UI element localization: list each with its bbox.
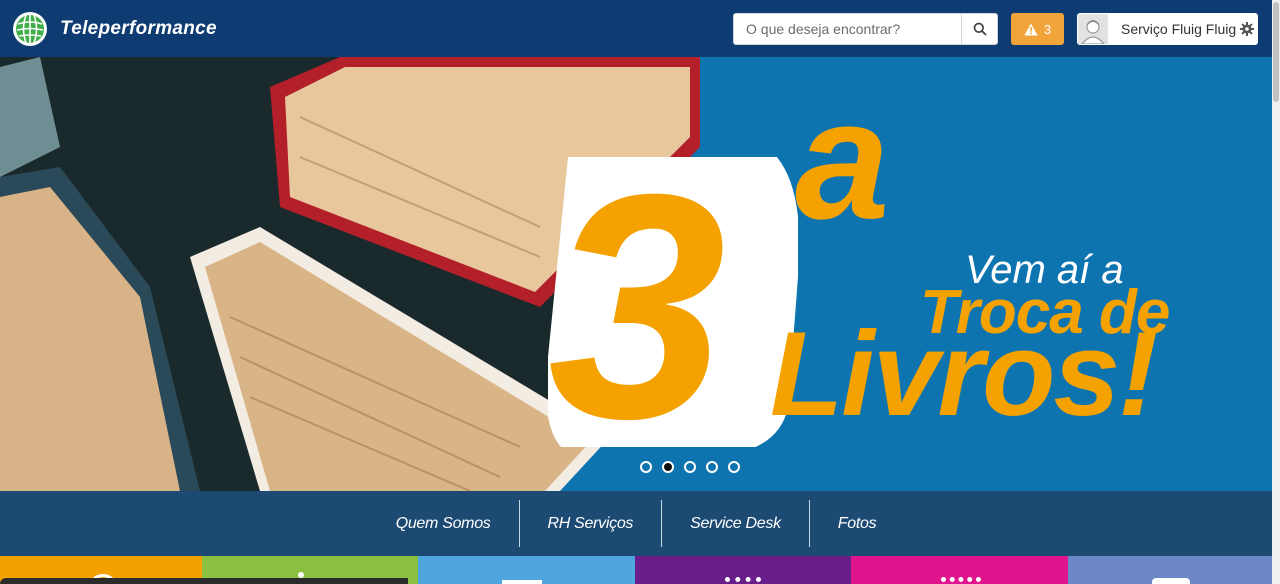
carousel-indicators [640,461,740,473]
nav-quem-somos[interactable]: Quem Somos [368,500,519,547]
globe-icon [13,12,47,46]
carousel-dot-5[interactable] [728,461,740,473]
carousel-dot-2[interactable] [662,461,674,473]
tile-icon [1152,578,1190,584]
search-box [733,13,998,45]
search-button[interactable] [961,14,997,44]
main-nav: Quem Somos RH Serviços Service Desk Foto… [0,491,1272,556]
user-menu-button[interactable]: Serviço Fluig Fluig [1077,13,1258,45]
ordinal-a: a [795,65,890,255]
brand-logo[interactable]: Teleperformance [12,11,217,47]
tile-1[interactable] [0,556,202,584]
alerts-button[interactable]: 3 [1011,13,1064,45]
scrollbar-thumb[interactable] [1273,2,1279,102]
hero-carousel[interactable]: 3 a Vem aí a Troca de Livros! [0,57,1272,491]
tile-icon [725,577,761,584]
tile-shadow [202,578,408,584]
search-input[interactable] [734,14,962,44]
carousel-dot-4[interactable] [706,461,718,473]
user-name: Serviço Fluig Fluig [1121,21,1237,37]
nav-service-desk[interactable]: Service Desk [662,500,809,547]
top-header: Teleperformance 3 Serviço Fluig F [0,0,1272,57]
big-three-graphic: 3 [548,157,798,447]
page-scrollbar[interactable] [1272,0,1280,584]
search-icon [973,22,987,36]
nav-fotos[interactable]: Fotos [810,500,905,547]
quick-links-tiles [0,556,1272,584]
tile-2[interactable] [202,556,418,584]
carousel-dot-1[interactable] [640,461,652,473]
user-icon [1079,16,1107,44]
banner-line-3: Livros! [770,307,1158,441]
big-number: 3 [548,157,726,447]
tile-3[interactable] [418,556,635,584]
tile-4[interactable] [635,556,851,584]
tile-icon [502,580,542,584]
tile-shadow [0,578,202,584]
tile-6[interactable] [1068,556,1272,584]
nav-rh-servicos[interactable]: RH Serviços [520,500,662,547]
warning-icon [1024,23,1038,35]
brand-name: Teleperformance [60,18,217,39]
avatar [1078,14,1108,44]
carousel-dot-3[interactable] [684,461,696,473]
gear-icon [1240,22,1255,36]
tile-icon [941,577,981,584]
alerts-count: 3 [1043,21,1052,37]
tile-5[interactable] [851,556,1068,584]
